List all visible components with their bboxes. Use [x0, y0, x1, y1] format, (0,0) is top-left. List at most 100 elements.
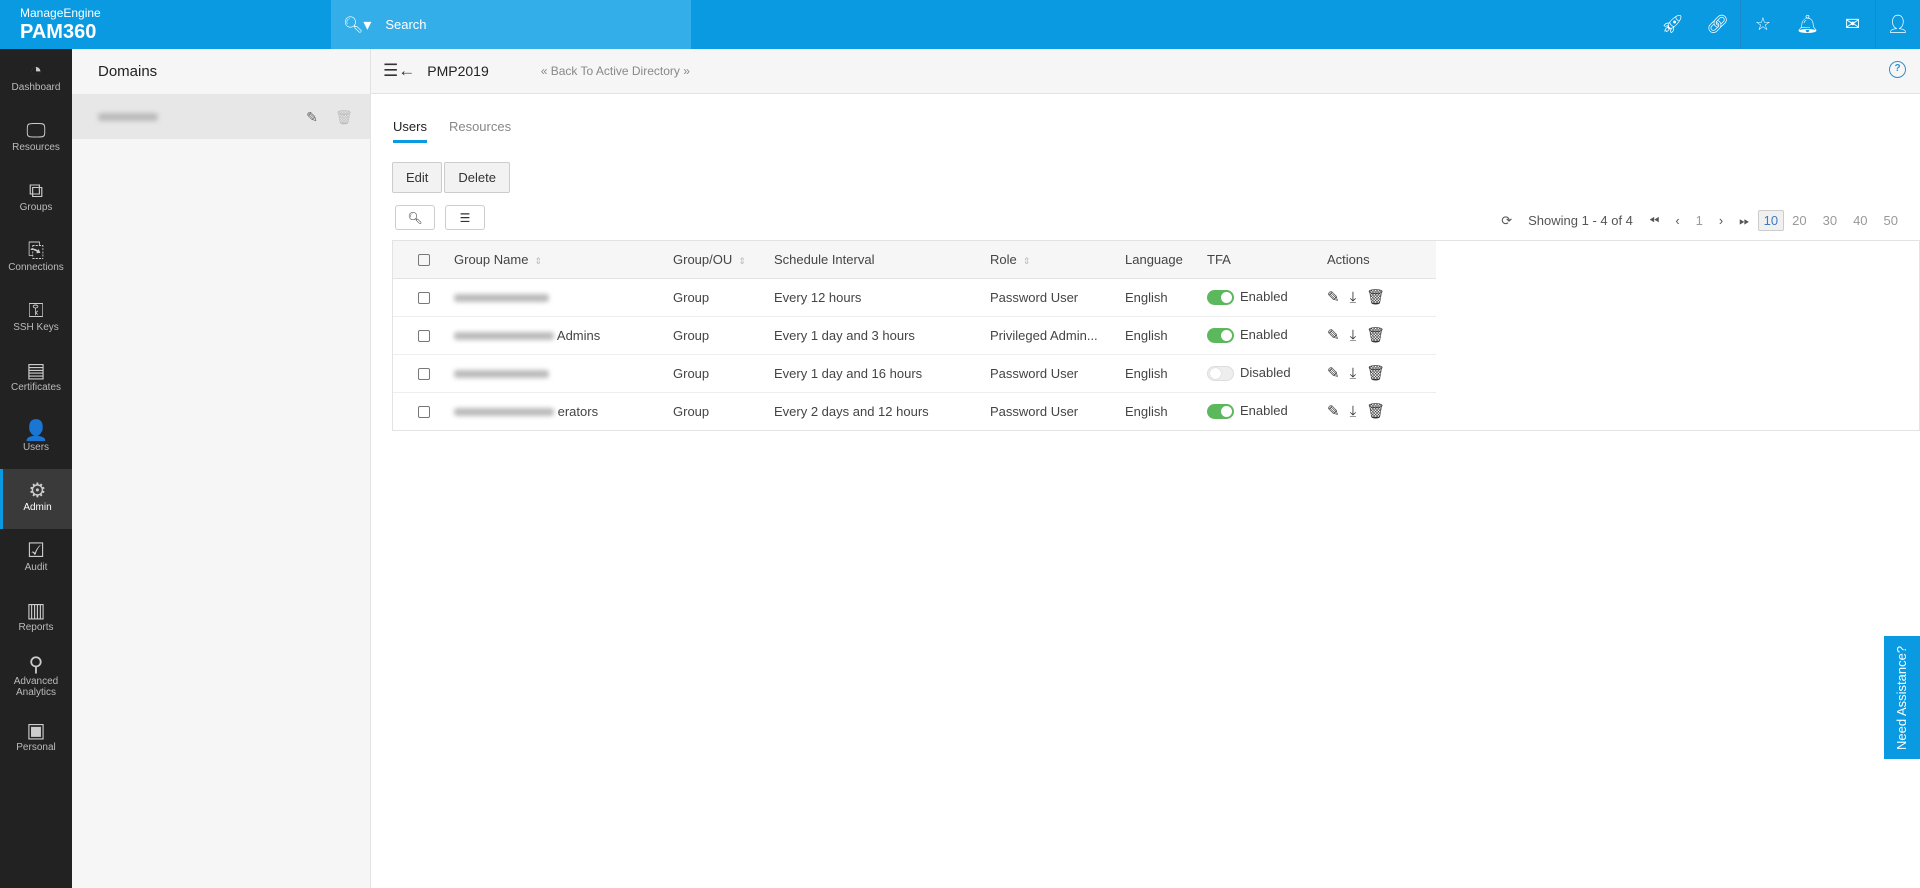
trash-icon[interactable]: 🗑︎	[1366, 365, 1385, 382]
download-icon[interactable]: ⤓	[1350, 289, 1357, 306]
download-icon[interactable]: ⤓	[1350, 327, 1357, 344]
trash-icon[interactable]: 🗑︎	[328, 109, 360, 126]
col-group-ou[interactable]: Group/OU ⇕	[673, 241, 774, 279]
page-size-30[interactable]: 30	[1815, 213, 1845, 228]
table-row[interactable]: Group Every 1 day and 16 hours Password …	[393, 354, 1436, 393]
rocket-icon[interactable]: 🚀︎	[1650, 0, 1695, 49]
sidebar: ◔ Dashboard 🖵 Resources ⧉ Groups ⎘ Connections ⚿…	[0, 49, 72, 888]
next-page-icon[interactable]: ›	[1711, 213, 1731, 228]
edit-icon[interactable]: ✎	[1327, 365, 1340, 382]
domain-item[interactable]: ✎ 🗑︎	[72, 95, 370, 139]
sidebar-item-ssh-keys[interactable]: ⚿ SSH Keys	[0, 289, 72, 349]
audit-icon: ☑	[27, 539, 45, 562]
sort-icon[interactable]: ⇕	[1023, 256, 1031, 266]
row-checkbox[interactable]	[417, 406, 430, 419]
need-assistance-tab[interactable]: Need Assistance?	[1884, 636, 1920, 759]
link-settings-icon[interactable]: 🔗︎	[1695, 0, 1740, 49]
sort-icon[interactable]: ⇕	[534, 256, 542, 266]
sidebar-item-users[interactable]: 👤 Users	[0, 409, 72, 469]
edit-icon[interactable]: ✎	[1327, 289, 1340, 306]
sidebar-item-dashboard[interactable]: ◔ Dashboard	[0, 49, 72, 109]
language-cell: English	[1125, 403, 1168, 419]
sidebar-item-label: SSH Keys	[13, 321, 59, 333]
prev-page-icon[interactable]: ‹	[1667, 213, 1687, 228]
col-schedule: Schedule Interval	[774, 241, 990, 279]
user-icon[interactable]: 👤︎	[1875, 0, 1920, 49]
mail-icon[interactable]: ✉	[1830, 0, 1875, 49]
groups-icon: ⧉	[28, 179, 44, 202]
sidebar-item-admin[interactable]: ⚙ Admin	[0, 469, 72, 529]
sidebar-item-certificates[interactable]: ▤ Certificates	[0, 349, 72, 409]
bell-icon[interactable]: 🔔︎	[1785, 0, 1830, 49]
search-icon[interactable]: 🔍︎▾	[343, 15, 371, 35]
page-size-40[interactable]: 40	[1845, 213, 1875, 228]
tfa-toggle[interactable]	[1207, 290, 1234, 306]
sidebar-item-connections[interactable]: ⎘ Connections	[0, 229, 72, 289]
row-checkbox[interactable]	[417, 368, 430, 381]
table-row[interactable]: Group Every 12 hours Password User Engli…	[393, 278, 1436, 317]
table-row[interactable]: erators Group Every 2 days and 12 hours …	[393, 392, 1436, 430]
column-chooser-button[interactable]: ☰	[445, 205, 485, 230]
row-checkbox[interactable]	[417, 330, 430, 343]
sidebar-item-personal[interactable]: ▣ Personal	[0, 709, 72, 769]
download-icon[interactable]: ⤓	[1350, 365, 1357, 382]
page-size-50[interactable]: 50	[1876, 213, 1906, 228]
trash-icon[interactable]: 🗑︎	[1366, 289, 1385, 306]
group-name-cell: erators	[454, 392, 673, 430]
col-group-name[interactable]: Group Name ⇕	[454, 241, 673, 279]
tfa-toggle[interactable]	[1207, 404, 1234, 420]
delete-button[interactable]: Delete	[444, 162, 510, 193]
page-size-20[interactable]: 20	[1784, 213, 1814, 228]
advanced-analytics-icon: ⚲	[28, 654, 44, 676]
page-number[interactable]: 1	[1688, 213, 1711, 228]
showing-count: Showing 1 - 4 of 4	[1528, 213, 1633, 228]
role-cell: Privileged Admin...	[990, 316, 1125, 355]
tfa-cell: Enabled	[1207, 278, 1327, 317]
refresh-icon[interactable]: ⟳	[1493, 213, 1520, 229]
edit-icon[interactable]: ✎	[296, 109, 328, 126]
row-checkbox[interactable]	[417, 292, 430, 305]
sidebar-item-label: Advanced Analytics	[13, 676, 59, 698]
sidebar-item-label: Reports	[18, 621, 54, 633]
page-size-10[interactable]: 10	[1757, 210, 1785, 231]
edit-button[interactable]: Edit	[392, 162, 443, 193]
sidebar-item-label: Admin	[23, 501, 52, 513]
main-content: ☰← PMP2019 « Back To Active Directory » …	[371, 49, 1920, 888]
search-toggle-button[interactable]: 🔍︎	[395, 205, 435, 230]
edit-icon[interactable]: ✎	[1327, 327, 1340, 344]
trash-icon[interactable]: 🗑︎	[1366, 327, 1385, 344]
col-role[interactable]: Role ⇕	[990, 241, 1125, 279]
actions-cell: ✎ ⤓ 🗑︎	[1327, 278, 1436, 317]
tfa-toggle[interactable]	[1207, 366, 1234, 382]
edit-icon[interactable]: ✎	[1327, 403, 1340, 420]
sidebar-item-reports[interactable]: ▥ Reports	[0, 589, 72, 649]
tfa-toggle[interactable]	[1207, 328, 1234, 344]
last-page-icon[interactable]: ⏩︎	[1731, 213, 1757, 229]
search-bar[interactable]: 🔍︎▾ Search	[331, 0, 691, 49]
domain-name-redacted	[98, 113, 158, 121]
trash-icon[interactable]: 🗑︎	[1366, 403, 1385, 420]
sidebar-item-advanced-analytics[interactable]: ⚲ Advanced Analytics	[0, 649, 72, 709]
tab-resources[interactable]: Resources	[449, 119, 511, 143]
sort-icon[interactable]: ⇕	[738, 256, 746, 266]
back-link[interactable]: « Back To Active Directory »	[541, 64, 690, 78]
select-all-checkbox[interactable]	[417, 254, 430, 267]
download-icon[interactable]: ⤓	[1350, 403, 1357, 420]
sidebar-item-label: Groups	[19, 201, 53, 213]
menu-toggle-icon[interactable]: ☰←	[383, 61, 415, 81]
user-star-icon[interactable]: ☆	[1740, 0, 1785, 49]
schedule-cell: Every 1 day and 3 hours	[774, 316, 990, 355]
logo[interactable]: ManageEngine PAM360	[20, 6, 101, 44]
help-icon[interactable]: ?	[1889, 61, 1906, 78]
tfa-cell: Enabled	[1207, 316, 1327, 355]
search-input[interactable]: Search	[385, 17, 426, 32]
sidebar-item-resources[interactable]: 🖵 Resources	[0, 109, 72, 169]
sidebar-item-audit[interactable]: ☑ Audit	[0, 529, 72, 589]
first-page-icon[interactable]: ⏪︎	[1641, 213, 1667, 229]
sidebar-item-groups[interactable]: ⧉ Groups	[0, 169, 72, 229]
resources-icon: 🖵	[26, 119, 46, 142]
connections-icon: ⎘	[28, 239, 44, 262]
tab-users[interactable]: Users	[393, 119, 427, 143]
pagination: ⟳ Showing 1 - 4 of 4 ⏪︎ ‹ 1 › ⏩︎ 10 20 3…	[1493, 210, 1906, 231]
table-row[interactable]: Admins Group Every 1 day and 3 hours Pri…	[393, 316, 1436, 355]
